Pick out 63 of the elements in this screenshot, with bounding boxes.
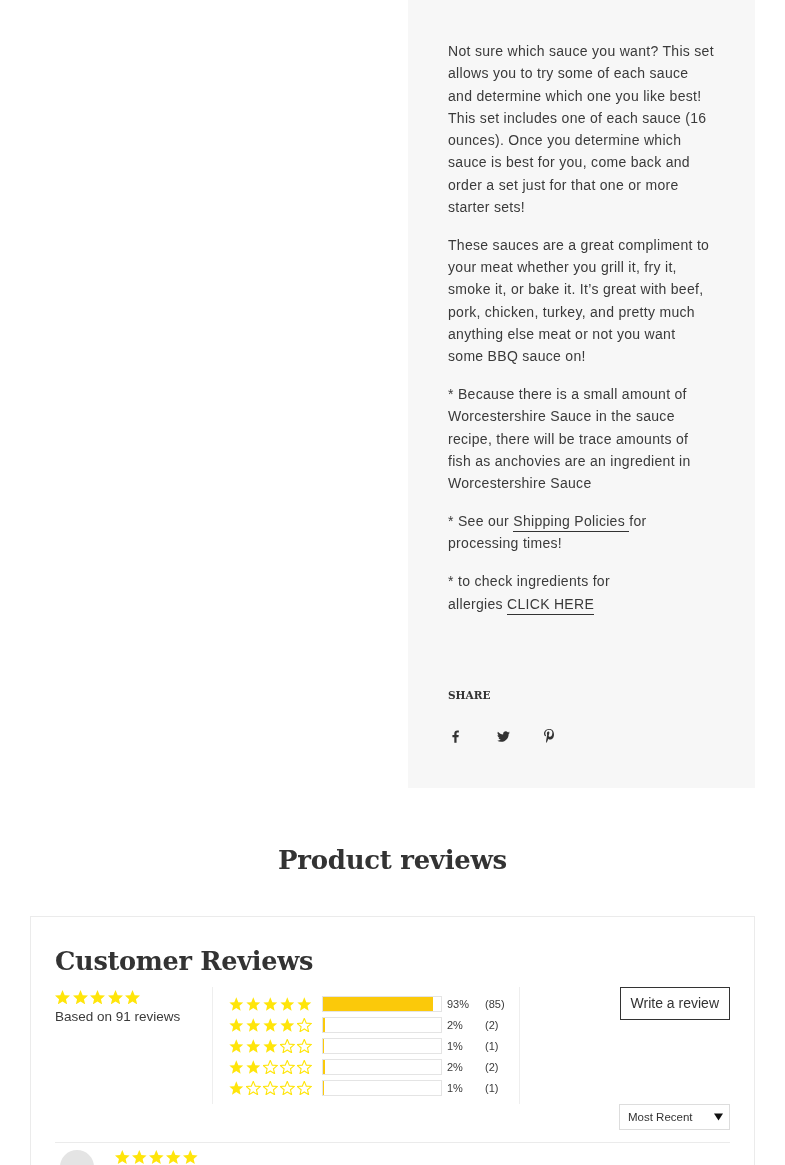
star-icon xyxy=(263,1059,278,1074)
rating-percent: 1% xyxy=(447,1081,464,1094)
rating-percent: 1% xyxy=(447,1039,464,1052)
star-icon xyxy=(280,1059,295,1074)
star-icon xyxy=(132,1150,147,1164)
text-link[interactable]: Shipping Policies xyxy=(513,513,630,533)
write-review-button[interactable]: Write a review xyxy=(619,987,730,1020)
description-paragraph: * See our Shipping Policies for processing times! xyxy=(448,512,648,554)
star-icon xyxy=(263,1017,278,1032)
star-icon xyxy=(263,1038,278,1053)
star-icon xyxy=(125,990,140,1005)
star-icon xyxy=(263,1080,278,1095)
star-icon xyxy=(107,990,123,1005)
rating-count: (1) xyxy=(485,1081,499,1094)
review-count-text: Based on 91 reviews xyxy=(55,1009,181,1025)
description-paragraph: Not sure which sauce you want? This set allows you to try some of each sauce and determine which one you like best! This set includes one of each sauce (16 ounces). Once you determine which sauce is best for you, come back and order a set just for that one or more starter sets! xyxy=(448,42,715,218)
star-icon xyxy=(166,1150,181,1164)
star-icon xyxy=(229,1017,244,1032)
reviews-title: Customer Reviews xyxy=(55,945,314,978)
star-icon xyxy=(229,1038,244,1053)
text-link[interactable]: CLICK HERE xyxy=(507,595,595,615)
star-icon xyxy=(297,1059,312,1074)
star-icon xyxy=(229,996,244,1011)
caret-icon xyxy=(714,1113,723,1121)
star-icon xyxy=(90,990,105,1005)
rating-percent: 93% xyxy=(447,997,471,1010)
star-icon xyxy=(246,1080,261,1095)
star-icon xyxy=(280,1080,295,1095)
star-icon xyxy=(263,996,278,1011)
star-icon xyxy=(246,1038,261,1053)
section-heading: Product reviews xyxy=(278,844,507,877)
rating-count: (2) xyxy=(485,1060,499,1073)
star-icon xyxy=(297,1038,312,1053)
share-label: SHARE xyxy=(448,688,491,703)
pinterest-icon[interactable] xyxy=(544,729,554,744)
star-icon xyxy=(297,1017,312,1032)
star-icon xyxy=(115,1150,130,1164)
star-icon xyxy=(55,990,70,1005)
description-paragraph: * to check ingredients for allergies CLICK HERE xyxy=(448,570,715,615)
star-icon xyxy=(246,996,261,1011)
star-icon xyxy=(229,1080,244,1095)
rating-percent: 2% xyxy=(447,1018,464,1031)
star-icon xyxy=(280,1038,295,1053)
star-icon xyxy=(72,990,88,1005)
rating-count: (85) xyxy=(485,997,505,1010)
star-icon xyxy=(149,1150,164,1164)
star-icon xyxy=(183,1150,198,1164)
star-icon xyxy=(246,1017,261,1032)
facebook-icon[interactable] xyxy=(452,729,459,743)
description-paragraph: * Because there is a small amount of Worcestershire Sauce in the sauce recipe, there will be trace amounts of fish as anchovies are an ingredient in Worcestershire Sauce xyxy=(448,385,692,494)
star-icon xyxy=(229,1059,244,1074)
star-icon xyxy=(297,1080,312,1095)
rating-percent: 2% xyxy=(447,1060,464,1073)
description-paragraph: These sauces are a great compliment to your meat whether you grill it, fry it, smoke it, or bake it. It’s great with beef, pork, chicken, turkey, and pretty much anything else meat or not you want some BBQ sauce on! xyxy=(448,235,711,367)
star-icon xyxy=(280,1017,295,1032)
rating-count: (1) xyxy=(485,1039,499,1052)
sort-select[interactable]: Most Recent xyxy=(619,1104,730,1130)
twitter-icon[interactable] xyxy=(497,730,510,742)
rating-count: (2) xyxy=(485,1018,499,1031)
avatar-placeholder xyxy=(60,1150,94,1165)
star-icon xyxy=(280,996,295,1011)
star-icon xyxy=(246,1059,261,1074)
star-icon xyxy=(297,996,312,1011)
